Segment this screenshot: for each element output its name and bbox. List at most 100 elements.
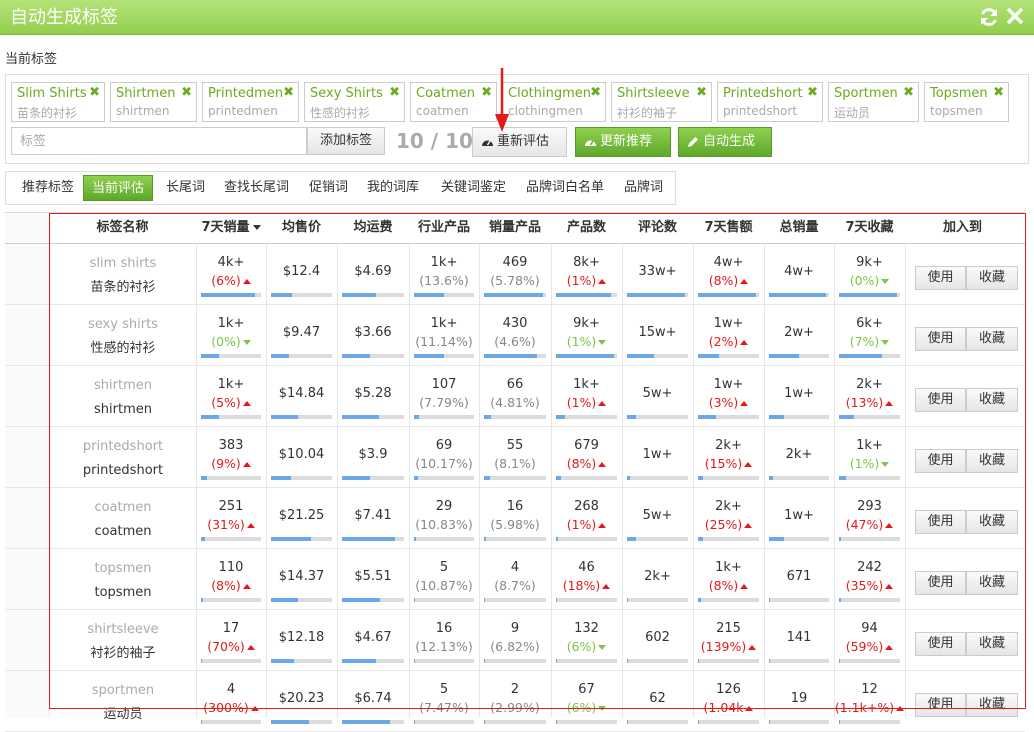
use-button[interactable]: 使用 <box>915 388 966 412</box>
column-header-6: 产品数 <box>551 213 622 243</box>
metric-bar <box>627 354 688 358</box>
cell-percent: (8%) <box>693 577 764 595</box>
cell-percent-text: (8%) <box>708 578 739 593</box>
metric-bar <box>769 476 829 480</box>
tag-chip-cn: 衬衫的袖子 <box>617 106 678 120</box>
column-header-9: 总销量 <box>764 213 834 243</box>
cell-percent: (2%) <box>693 333 764 351</box>
metric-bar-fill <box>414 293 444 297</box>
row-divider <box>5 609 1025 610</box>
metric-bar-fill <box>556 659 557 663</box>
remove-tag-icon[interactable]: ✖ <box>389 85 400 100</box>
favorite-button[interactable]: 收藏 <box>966 266 1018 290</box>
favorite-button[interactable]: 收藏 <box>966 693 1018 717</box>
tag-chip-cn: printedshort <box>723 104 798 118</box>
remove-tag-icon[interactable]: ✖ <box>283 85 294 100</box>
use-button[interactable]: 使用 <box>915 571 966 595</box>
use-button[interactable]: 使用 <box>915 693 966 717</box>
cell-sold: 66 (4.81%) <box>479 376 551 412</box>
metric-bar-fill <box>342 415 379 419</box>
favorite-button[interactable]: 收藏 <box>966 327 1018 351</box>
auto-generate-button[interactable]: 自动生成 <box>678 127 772 157</box>
use-button[interactable]: 使用 <box>915 510 966 534</box>
remove-tag-icon[interactable]: ✖ <box>481 85 492 100</box>
cell-value: 94 <box>861 621 878 636</box>
cell-percent: (3%) <box>693 394 764 412</box>
tab-3[interactable]: 查找长尾词 <box>216 175 297 201</box>
remove-tag-icon[interactable]: ✖ <box>89 85 100 100</box>
metric-bar-fill <box>556 598 557 602</box>
tag-input[interactable] <box>11 127 307 155</box>
cell-fav7: 94 (59%) <box>834 620 905 656</box>
cell-value: 9k+ <box>856 255 883 270</box>
cell-reviews: 602 <box>622 629 693 647</box>
window-title: 自动生成标签 <box>10 7 118 28</box>
metric-bar-fill <box>342 537 395 541</box>
cell-value: 9k+ <box>573 316 600 331</box>
cell-percent-text: (6%) <box>566 700 597 715</box>
cell-value: 215 <box>716 621 741 636</box>
use-button[interactable]: 使用 <box>915 632 966 656</box>
cell-value: 5w+ <box>642 386 673 401</box>
cell-reviews: 2k+ <box>622 568 693 586</box>
update-recommend-label: 更新推荐 <box>600 134 653 149</box>
cell-ind: 1k+ (11.14%) <box>409 315 479 351</box>
cell-percent-text: (35%) <box>845 578 884 593</box>
cell-percent-text: (1%) <box>566 517 597 532</box>
metric-bar-fill <box>769 659 770 663</box>
metric-bar-fill <box>271 720 309 724</box>
tab-6[interactable]: 关键词鉴定 <box>433 175 514 201</box>
favorite-button[interactable]: 收藏 <box>966 632 1018 656</box>
remove-tag-icon[interactable]: ✖ <box>696 85 707 100</box>
cell-rev7: 1w+ (2%) <box>693 315 764 351</box>
use-button[interactable]: 使用 <box>915 449 966 473</box>
tab-5[interactable]: 我的词库 <box>359 175 427 201</box>
remove-tag-icon[interactable]: ✖ <box>181 85 192 100</box>
favorite-button[interactable]: 收藏 <box>966 571 1018 595</box>
remove-tag-icon[interactable]: ✖ <box>993 85 1004 100</box>
cell-percent-text: (6.82%) <box>490 639 540 654</box>
tab-7[interactable]: 品牌词白名单 <box>518 175 612 201</box>
cell-percent-text: (10.17%) <box>415 456 473 471</box>
cell-percent-text: (1.04k <box>703 700 744 715</box>
cell-percent: (13%) <box>834 394 905 412</box>
metric-bar <box>698 293 759 297</box>
cell-value: 12 <box>861 682 878 697</box>
use-button[interactable]: 使用 <box>915 327 966 351</box>
column-header-0: 标签名称 <box>49 213 196 243</box>
metric-bar <box>556 293 617 297</box>
remove-tag-icon[interactable]: ✖ <box>590 85 601 100</box>
tab-8[interactable]: 品牌词 <box>616 175 671 201</box>
column-header-1[interactable]: 7天销量 <box>196 213 266 243</box>
tag-chip: Topsmen ✖ topsmen <box>924 82 1009 122</box>
cell-percent: (1.04k <box>693 699 764 717</box>
column-header-3: 均运费 <box>337 213 409 243</box>
metric-bar <box>556 476 617 480</box>
tab-4[interactable]: 促销词 <box>301 175 356 201</box>
tag-chip-en: Slim Shirts <box>17 86 87 101</box>
metric-bar <box>201 598 261 602</box>
cell-percent: (10.17%) <box>409 455 479 473</box>
add-tag-button[interactable]: 添加标签 <box>307 127 385 155</box>
favorite-button[interactable]: 收藏 <box>966 388 1018 412</box>
update-recommend-button[interactable]: 更新推荐 <box>575 127 671 157</box>
remove-tag-icon[interactable]: ✖ <box>807 85 818 100</box>
cell-sales7: 251 (31%) <box>196 498 266 534</box>
tab-2[interactable]: 长尾词 <box>158 175 213 201</box>
favorite-button[interactable]: 收藏 <box>966 510 1018 534</box>
favorite-button[interactable]: 收藏 <box>966 449 1018 473</box>
tab-0[interactable]: 推荐标签 <box>14 175 82 201</box>
close-icon[interactable] <box>1004 5 1026 27</box>
use-button[interactable]: 使用 <box>915 266 966 290</box>
refresh-icon[interactable] <box>978 6 1000 28</box>
metric-bar <box>484 720 546 724</box>
remove-tag-icon[interactable]: ✖ <box>903 85 914 100</box>
cell-fav7: 293 (47%) <box>834 498 905 534</box>
metric-bar <box>271 720 332 724</box>
reevaluate-button[interactable]: 重新评估 <box>472 127 567 157</box>
cell-fav7: 1k+ (1%) <box>834 437 905 473</box>
cell-avg_ship: $6.74 <box>337 690 409 708</box>
tab-1[interactable]: 当前评估 <box>83 175 154 201</box>
cell-value: 5w+ <box>642 508 673 523</box>
cell-percent-text: (0%) <box>849 273 880 288</box>
